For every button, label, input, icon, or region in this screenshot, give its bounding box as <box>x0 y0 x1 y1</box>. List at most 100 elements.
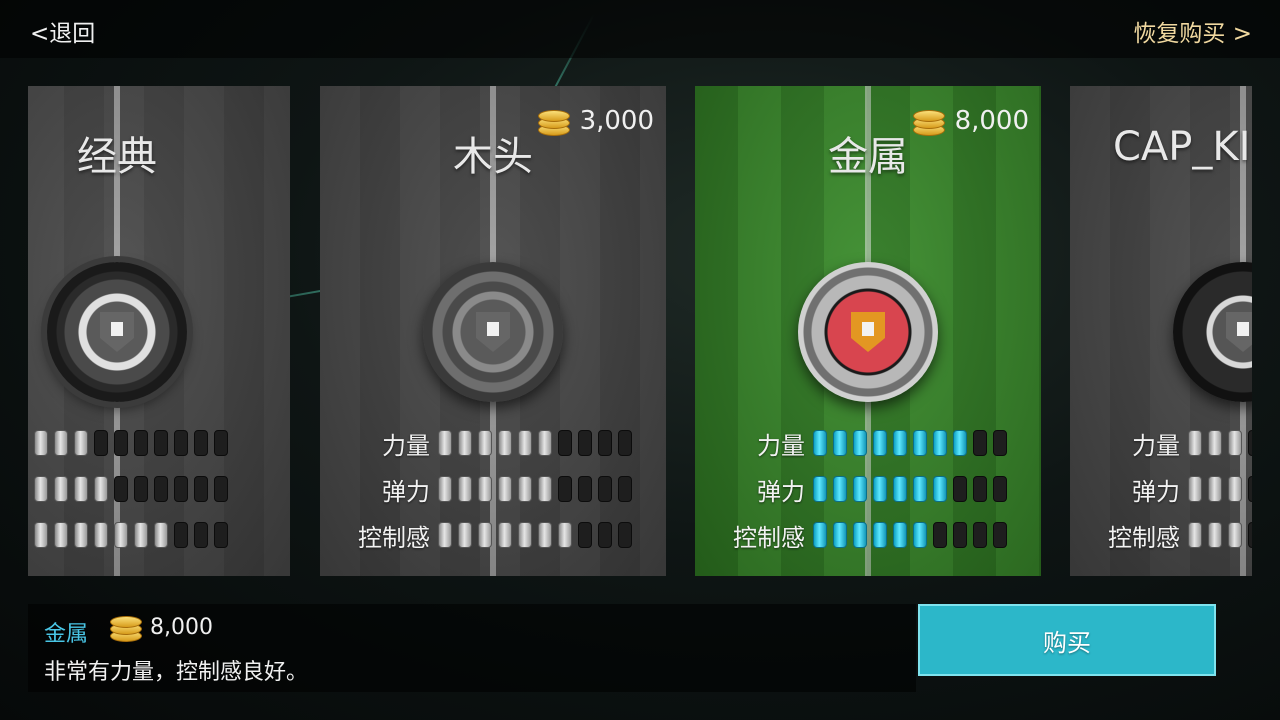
stat-bar-segment <box>174 522 188 548</box>
back-button[interactable]: <退回 <box>30 14 95 48</box>
stat-bar-segment <box>933 522 947 548</box>
control-bars <box>1188 522 1252 548</box>
cap-price: 8,000 <box>909 106 1029 136</box>
stat-bar-segment <box>953 522 967 548</box>
stat-bar-segment <box>458 476 472 502</box>
stat-bar-segment <box>54 430 68 456</box>
stat-bar-segment <box>438 430 452 456</box>
stat-bar-segment <box>558 430 572 456</box>
stat-bar-segment <box>498 430 512 456</box>
selected-cap-info: 金属 8,000 非常有力量，控制感良好。 <box>28 604 916 692</box>
stat-bar-segment <box>1248 476 1252 502</box>
stat-bar-segment <box>833 522 847 548</box>
stat-bar-segment <box>853 522 867 548</box>
bounce-bars <box>1188 476 1252 502</box>
stat-label-control: 控制感 <box>358 523 430 552</box>
coin-icon <box>534 106 572 136</box>
classic-cap-icon <box>47 262 187 402</box>
stat-bar-segment <box>993 430 1007 456</box>
stat-bar-segment <box>1188 522 1202 548</box>
stat-bar-segment <box>438 476 452 502</box>
stat-bar-segment <box>154 430 168 456</box>
stat-bar-segment <box>1208 476 1222 502</box>
stat-bar-segment <box>134 476 148 502</box>
stat-label-bounce: 弹力 <box>382 477 430 506</box>
stat-bar-segment <box>1228 476 1242 502</box>
stat-bar-segment <box>114 522 128 548</box>
bounce-bars <box>34 476 228 502</box>
cap-carousel[interactable]: 经典 力量 弹力 控制感 木头 3,000 <box>28 86 1252 576</box>
stat-bar-segment <box>458 430 472 456</box>
power-bars <box>813 430 1007 456</box>
stat-bar-segment <box>578 476 592 502</box>
stat-bar-segment <box>94 430 108 456</box>
stat-bar-segment <box>518 522 532 548</box>
stat-bar-segment <box>1188 476 1202 502</box>
bounce-bars <box>813 476 1007 502</box>
stat-bar-segment <box>34 522 48 548</box>
stat-bar-segment <box>993 476 1007 502</box>
coin-icon <box>909 106 947 136</box>
stat-bar-segment <box>598 522 612 548</box>
stat-bar-segment <box>973 522 987 548</box>
shield-icon <box>851 312 885 352</box>
stat-bar-segment <box>893 522 907 548</box>
stat-bar-segment <box>558 476 572 502</box>
restore-purchase-button[interactable]: 恢复购买 > <box>1133 14 1252 48</box>
stat-bar-segment <box>813 522 827 548</box>
stat-bar-segment <box>134 522 148 548</box>
stat-bar-segment <box>478 430 492 456</box>
selected-cap-name: 金属 <box>44 622 89 647</box>
stat-bar-segment <box>518 430 532 456</box>
stat-bar-segment <box>1248 430 1252 456</box>
stat-bar-segment <box>853 430 867 456</box>
stat-bar-segment <box>558 522 572 548</box>
cap-card-classic[interactable]: 经典 力量 弹力 控制感 <box>28 86 290 576</box>
control-bars <box>813 522 1007 548</box>
stat-bar-segment <box>134 430 148 456</box>
stat-bar-segment <box>214 522 228 548</box>
stat-bar-segment <box>973 430 987 456</box>
stat-bar-segment <box>54 476 68 502</box>
stat-bar-segment <box>438 522 452 548</box>
stat-bar-segment <box>833 476 847 502</box>
stat-bar-segment <box>598 476 612 502</box>
stat-bar-segment <box>114 476 128 502</box>
shield-icon <box>1226 312 1252 352</box>
stat-bar-segment <box>893 476 907 502</box>
power-bars <box>438 430 632 456</box>
stat-bar-segment <box>953 430 967 456</box>
control-bars <box>34 522 228 548</box>
stat-bar-segment <box>498 476 512 502</box>
stat-bar-segment <box>214 430 228 456</box>
stat-bar-segment <box>538 522 552 548</box>
cap-card-metal[interactable]: 金属 8,000 力量 弹力 控制感 <box>695 86 1041 576</box>
stat-bar-segment <box>873 430 887 456</box>
stat-bar-segment <box>618 430 632 456</box>
stat-bar-segment <box>194 522 208 548</box>
stat-bar-segment <box>813 430 827 456</box>
cap-card-cap-ki[interactable]: CAP_KI 力量 弹力 控制感 <box>1070 86 1252 576</box>
stat-label-bounce: 弹力 <box>1132 477 1180 506</box>
metal-cap-icon <box>798 262 938 402</box>
cap-card-wood[interactable]: 木头 3,000 力量 弹力 控制感 <box>320 86 666 576</box>
buy-button[interactable]: 购买 <box>918 604 1216 676</box>
stat-bar-segment <box>1188 430 1202 456</box>
selected-cap-price: 8,000 <box>106 612 213 642</box>
stat-bar-segment <box>498 522 512 548</box>
stat-bar-segment <box>214 476 228 502</box>
stat-bar-segment <box>458 522 472 548</box>
stat-bar-segment <box>154 522 168 548</box>
stat-bar-segment <box>813 476 827 502</box>
stat-bar-segment <box>873 522 887 548</box>
stat-bar-segment <box>1228 522 1242 548</box>
stat-label-power: 力量 <box>757 431 805 460</box>
stat-bar-segment <box>518 476 532 502</box>
stat-bar-segment <box>993 522 1007 548</box>
stat-bar-segment <box>54 522 68 548</box>
stat-bar-segment <box>913 476 927 502</box>
stat-bar-segment <box>74 476 88 502</box>
wood-cap-icon <box>423 262 563 402</box>
stat-bar-segment <box>833 430 847 456</box>
stat-label-bounce: 弹力 <box>757 477 805 506</box>
